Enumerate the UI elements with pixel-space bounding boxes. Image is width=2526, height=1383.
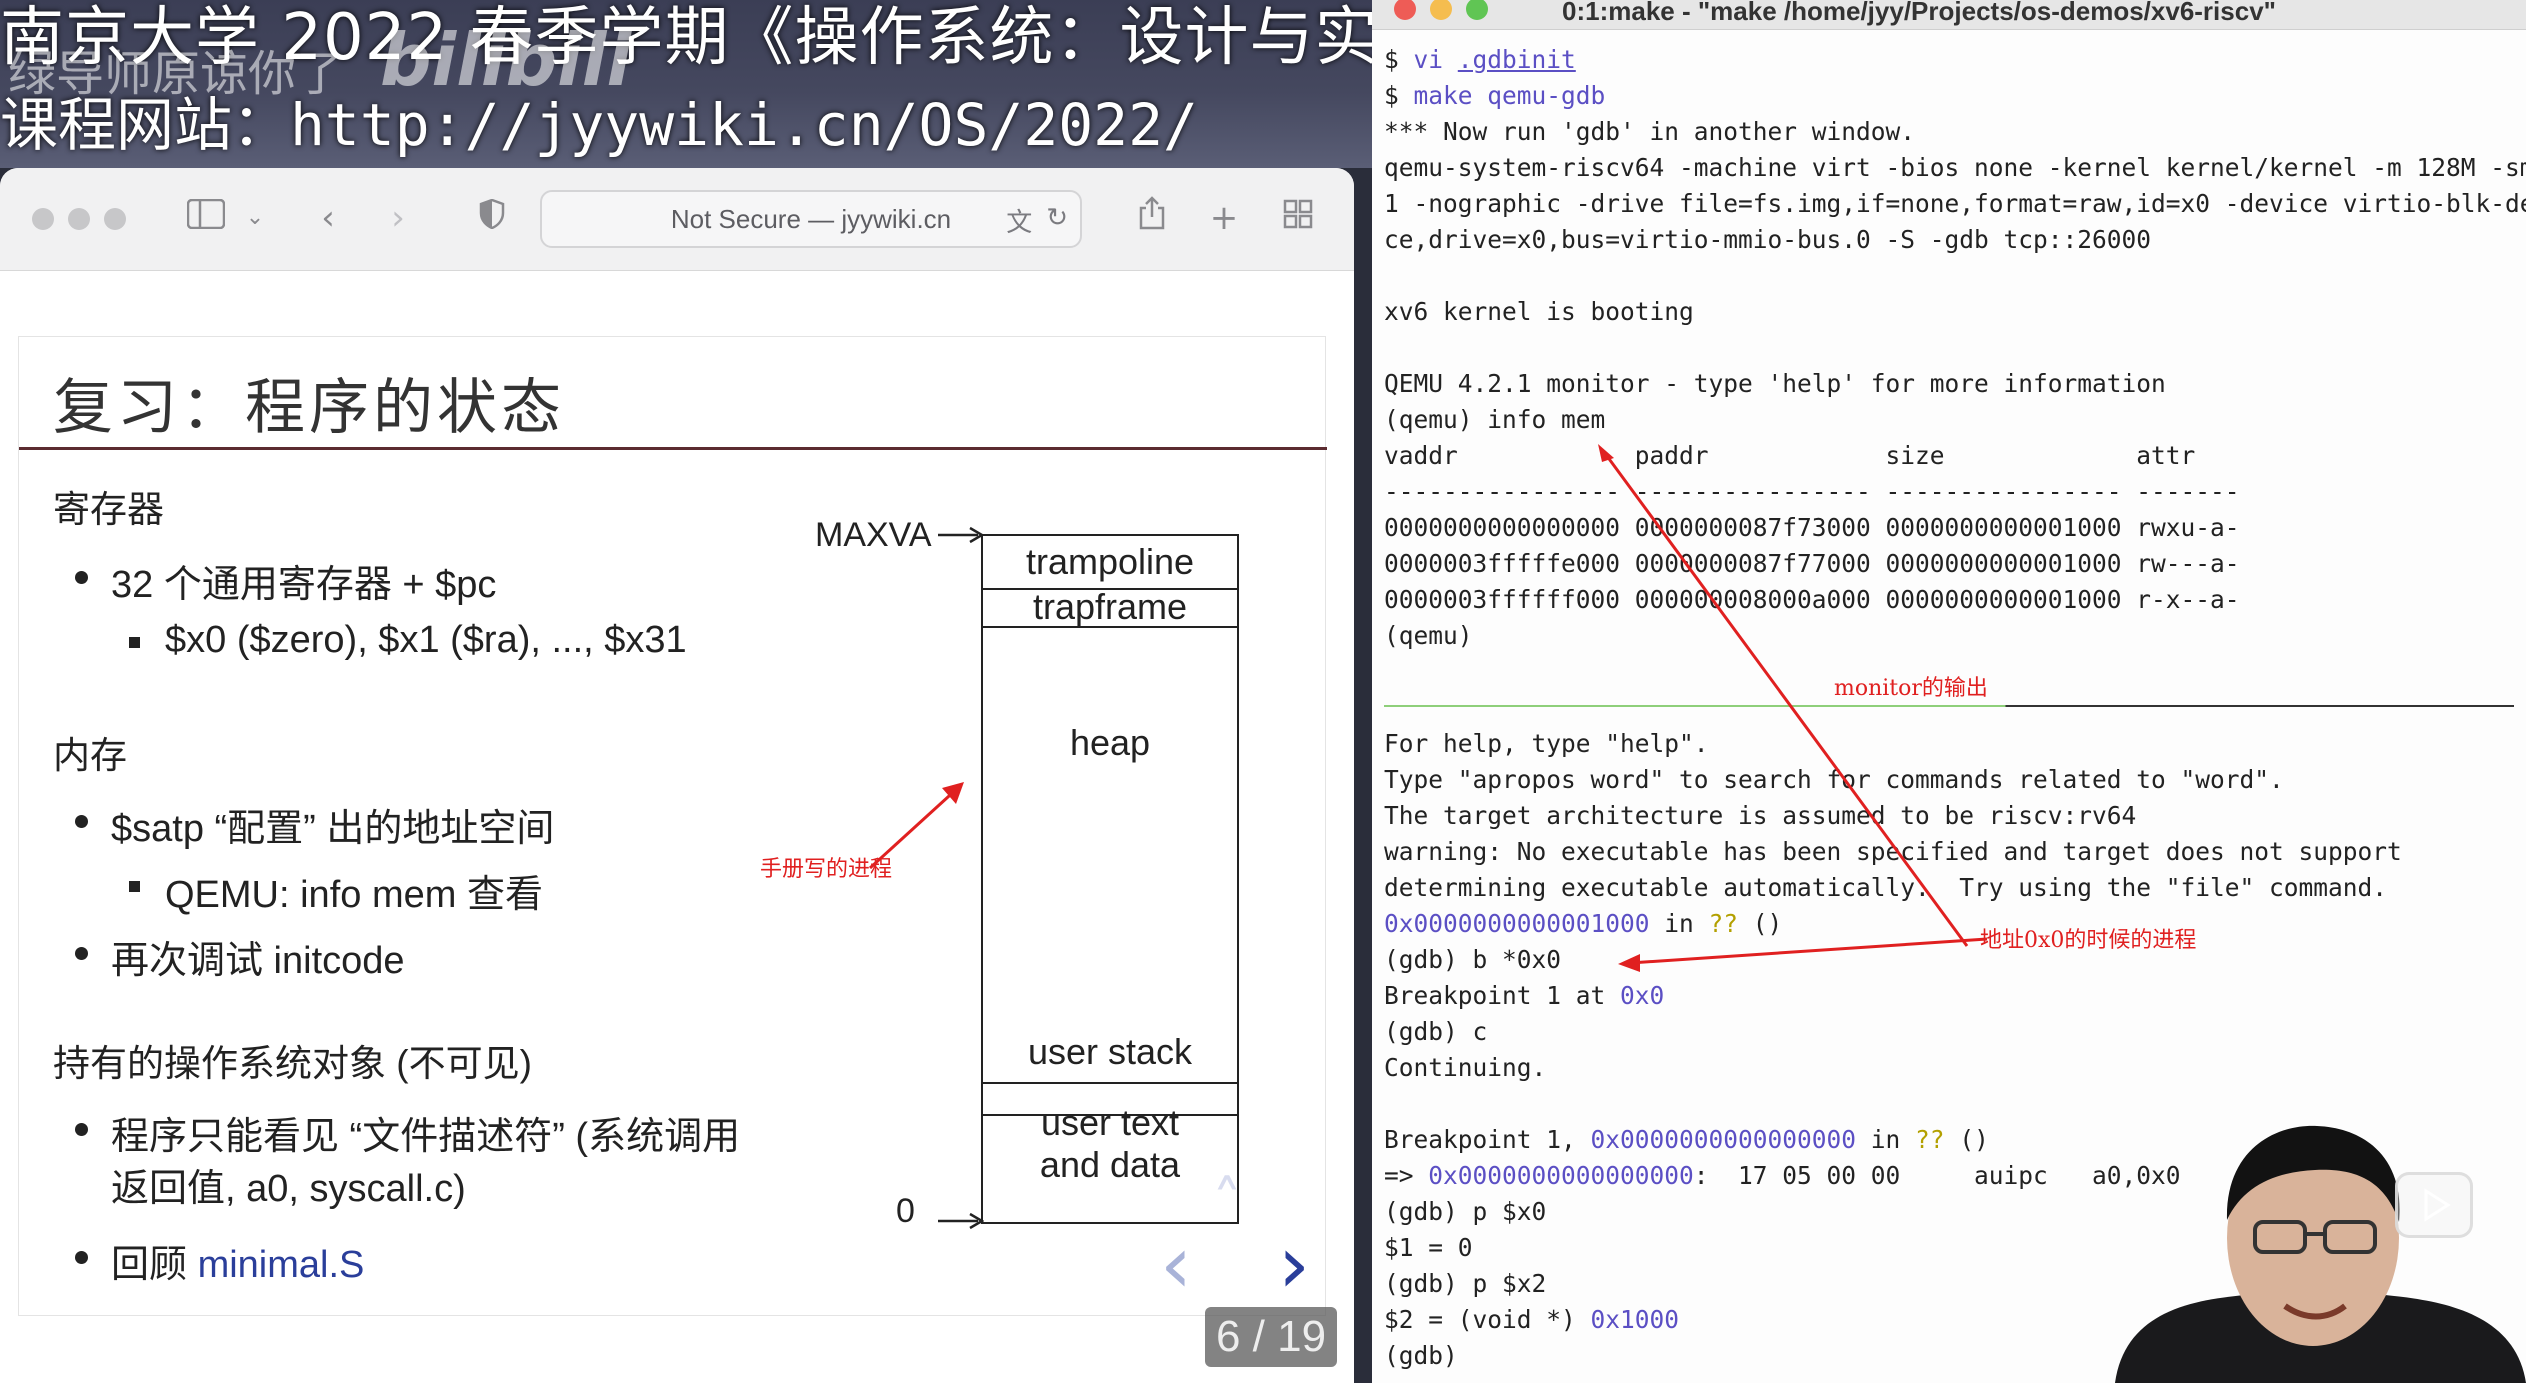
back-icon[interactable]: ‹ xyxy=(308,196,348,240)
sub-bullet-registers: $x0 ($zero), $x1 ($ra), ..., $x31 xyxy=(129,619,687,661)
seg-trampoline: trampoline xyxy=(983,536,1237,590)
address-text: Not Secure — jyywiki.cn xyxy=(670,203,952,234)
seg-user-text-l2: and data xyxy=(1039,1144,1181,1185)
forward-icon[interactable]: › xyxy=(378,196,418,240)
minimal-link[interactable]: minimal.S xyxy=(198,1244,365,1286)
tab-overview-icon[interactable] xyxy=(1276,196,1320,240)
bullet-registers: 32 个通用寄存器 + $pc xyxy=(74,553,496,608)
next-slide-icon[interactable]: › xyxy=(1278,1218,1310,1311)
bullet-file-descriptor-cont: 返回值, a0, syscall.c) xyxy=(111,1168,466,1210)
browser-toolbar: ⌄ ‹ › Not Secure — jyywiki.cn 文 ↻ + xyxy=(0,168,1354,271)
prev-slide-icon[interactable]: ‹ xyxy=(1160,1218,1192,1311)
annotation-addr0: 地址0x0的时候的进程 xyxy=(1980,928,2197,953)
reload-icon[interactable]: ↻ xyxy=(1046,202,1068,239)
share-icon[interactable] xyxy=(1130,196,1174,241)
bullet-file-descriptor: 程序只能看见 “文件描述符” (系统调用 xyxy=(74,1105,740,1160)
seg-trapframe: trapframe xyxy=(983,589,1237,628)
seg-user-text-l1: user text xyxy=(1040,1102,1180,1143)
sub-bullet-qemu: QEMU: info mem 查看 xyxy=(129,863,543,918)
zoom-window-button[interactable] xyxy=(104,208,126,230)
up-slide-icon[interactable]: ˄ xyxy=(1212,1168,1242,1238)
section-memory: 内存 xyxy=(53,735,127,776)
section-registers: 寄存器 xyxy=(53,489,164,530)
browser-window: ⌄ ‹ › Not Secure — jyywiki.cn 文 ↻ + 复习：程… xyxy=(0,168,1354,1383)
maxva-label: MAXVA xyxy=(815,516,932,554)
chevron-down-icon[interactable]: ⌄ xyxy=(240,196,270,240)
bullet-initcode: 再次调试 initcode xyxy=(75,929,405,984)
course-url-label: 课程网站： xyxy=(0,91,291,159)
minimize-window-button[interactable] xyxy=(68,208,90,230)
close-window-button[interactable] xyxy=(32,208,54,230)
maxva-arrow xyxy=(938,526,984,544)
seg-user-stack: user stack xyxy=(983,1024,1237,1084)
slide-title: 复习：程序的状态 xyxy=(53,373,565,443)
translate-icon[interactable]: 文 xyxy=(1006,202,1032,239)
course-url-text: http://jyywiki.cn/OS/2022/ xyxy=(290,91,1198,159)
play-icon[interactable] xyxy=(2395,1172,2473,1238)
section-os-objects: 持有的操作系统对象 (不可见) xyxy=(53,1043,532,1084)
bullet-satp: $satp “配置” 出的地址空间 xyxy=(74,797,554,852)
memory-layout: trampoline trapframe heap user stack use… xyxy=(981,534,1239,1224)
zero-label: 0 xyxy=(896,1192,915,1230)
bullet-minimal-prefix: 回顾 xyxy=(111,1244,198,1286)
slide-page-counter: 6 / 19 xyxy=(1205,1307,1337,1367)
sidebar-icon[interactable] xyxy=(184,196,228,240)
video-banner: 南京大学 2022 春季学期《操作系统：设计与实现》 绿导师原谅你了 bilib… xyxy=(0,0,1372,168)
title-divider xyxy=(19,447,1327,450)
bullet-minimal: 回顾 minimal.S xyxy=(74,1233,365,1288)
webcam-overlay xyxy=(2095,1110,2526,1383)
annotation-manual: 手册写的进程 xyxy=(760,857,893,882)
shield-icon[interactable] xyxy=(470,196,514,240)
seg-user-text: user text and data xyxy=(983,1084,1237,1222)
zero-arrow xyxy=(938,1212,984,1230)
annotation-monitor: monitor的输出 xyxy=(1834,676,1988,701)
new-tab-icon[interactable]: + xyxy=(1202,196,1246,240)
address-bar[interactable]: Not Secure — jyywiki.cn 文 ↻ xyxy=(540,190,1082,248)
course-url: 课程网站：http://jyywiki.cn/OS/2022/ xyxy=(0,78,1198,162)
